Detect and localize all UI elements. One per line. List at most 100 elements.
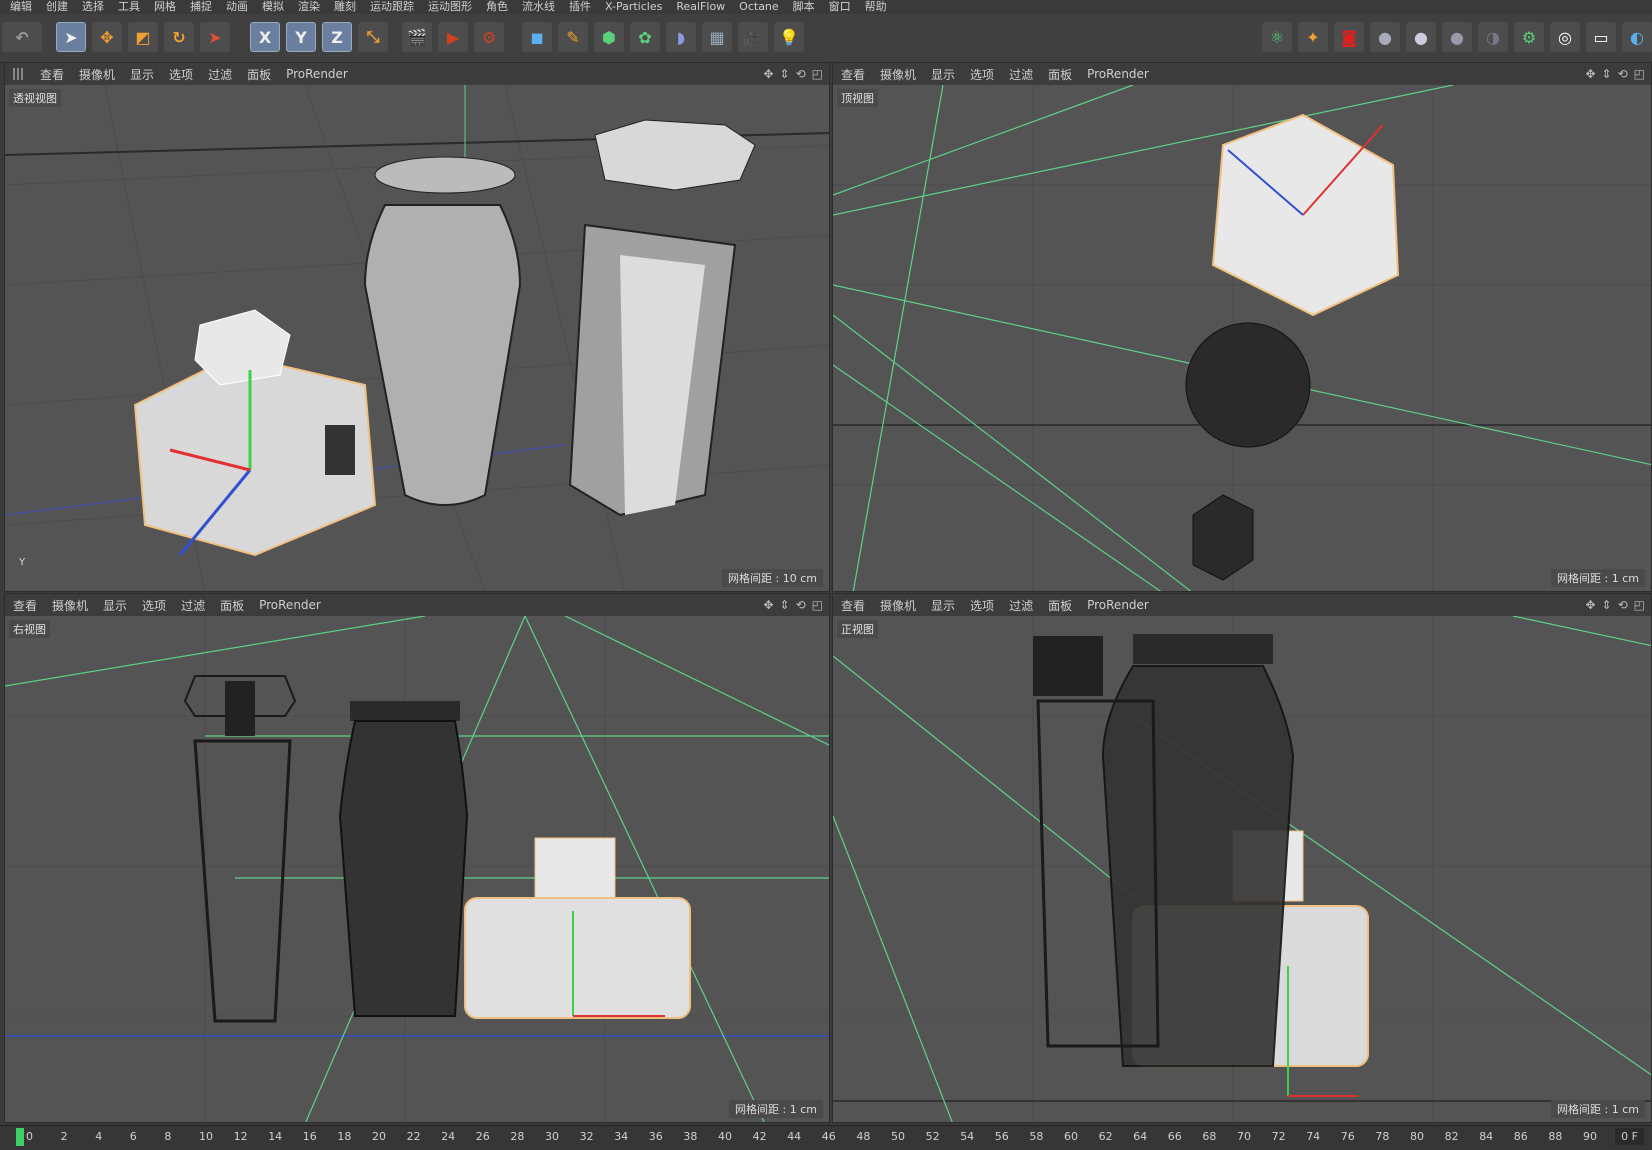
playhead[interactable] xyxy=(16,1128,24,1146)
pan-icon[interactable]: ✥ xyxy=(763,598,773,612)
menu-item[interactable]: 流水线 xyxy=(522,0,555,14)
round-perfume-bottle[interactable] xyxy=(363,156,522,506)
axis-y-lock-button[interactable]: Y xyxy=(286,22,316,52)
maximize-icon[interactable]: ◰ xyxy=(812,67,823,81)
viewport-perspective[interactable]: 查看 摄像机 显示 选项 过滤 面板 ProRender ✥ ⇕ ⟲ ◰ Y 透… xyxy=(4,62,830,592)
area-light-icon[interactable]: ▭ xyxy=(1586,22,1616,52)
render-view-icon[interactable]: 🎬 xyxy=(402,22,432,52)
menu-panel[interactable]: 面板 xyxy=(220,597,244,614)
menu-item[interactable]: 渲染 xyxy=(298,0,320,14)
live-selection-icon[interactable]: ➤ xyxy=(56,22,86,52)
maximize-icon[interactable]: ◰ xyxy=(1634,67,1645,81)
timeline[interactable]: 0 F 0 2 4 6 8 10 12 14 16 18 20 22 24 26 28 30 32 34 36 38 4… xyxy=(0,1125,1652,1150)
round-bottle-side[interactable] xyxy=(338,701,469,1017)
current-frame-field[interactable]: 0 F xyxy=(1615,1128,1644,1145)
orbit-icon[interactable]: ⟲ xyxy=(1618,67,1628,81)
deformer-icon[interactable]: ◗ xyxy=(666,22,696,52)
zoom-icon[interactable]: ⇕ xyxy=(1602,598,1612,612)
menu-display[interactable]: 显示 xyxy=(931,66,955,83)
menu-filter[interactable]: 过滤 xyxy=(1009,597,1033,614)
pen-icon[interactable]: ✎ xyxy=(558,22,588,52)
rotate-icon[interactable]: ↻ xyxy=(164,22,194,52)
viewport-front[interactable]: 查看 摄像机 显示 选项 过滤 面板 ProRender ✥ ⇕ ⟲ ◰ 正视图… xyxy=(832,593,1652,1123)
subdivision-icon[interactable]: ⬢ xyxy=(594,22,624,52)
menu-camera[interactable]: 摄像机 xyxy=(52,597,88,614)
target-icon[interactable]: ◎ xyxy=(1550,22,1580,52)
menu-display[interactable]: 显示 xyxy=(103,597,127,614)
mix-material-icon[interactable]: ◑ xyxy=(1478,22,1508,52)
round-bottle-top[interactable] xyxy=(1185,322,1311,448)
menu-item[interactable]: 角色 xyxy=(486,0,508,14)
menu-options[interactable]: 选项 xyxy=(169,66,193,83)
menu-item[interactable]: 工具 xyxy=(118,0,140,14)
menu-item[interactable]: 雕刻 xyxy=(334,0,356,14)
menu-item[interactable]: 捕捉 xyxy=(190,0,212,14)
menu-filter[interactable]: 过滤 xyxy=(1009,66,1033,83)
floor-icon[interactable]: ▦ xyxy=(702,22,732,52)
menu-item[interactable]: 运动跟踪 xyxy=(370,0,414,14)
zoom-icon[interactable]: ⇕ xyxy=(780,598,790,612)
menu-item[interactable]: 模拟 xyxy=(262,0,284,14)
menu-item[interactable]: 帮助 xyxy=(865,0,887,14)
xparticles-icon[interactable]: ✦ xyxy=(1298,22,1328,52)
menu-filter[interactable]: 过滤 xyxy=(208,66,232,83)
hexagonal-perfume-bottle[interactable] xyxy=(568,119,756,517)
light-icon[interactable]: 💡 xyxy=(774,22,804,52)
axis-z-lock-button[interactable]: Z xyxy=(322,22,352,52)
menu-item[interactable]: 插件 xyxy=(569,0,591,14)
camera-icon[interactable]: 🎥 xyxy=(738,22,768,52)
glossy-material-icon[interactable]: ● xyxy=(1406,22,1436,52)
menu-panel[interactable]: 面板 xyxy=(1048,597,1072,614)
menu-item[interactable]: 脚本 xyxy=(793,0,815,14)
menu-item[interactable]: 编辑 xyxy=(10,0,32,14)
menu-item[interactable]: X-Particles xyxy=(605,0,662,14)
menu-item[interactable]: 动画 xyxy=(226,0,248,14)
maximize-icon[interactable]: ◰ xyxy=(1634,598,1645,612)
menu-prorender[interactable]: ProRender xyxy=(1087,67,1149,81)
cube-icon[interactable]: ◼ xyxy=(522,22,552,52)
menu-prorender[interactable]: ProRender xyxy=(259,598,321,612)
orbit-icon[interactable]: ⟲ xyxy=(1618,598,1628,612)
settings-gear-icon[interactable]: ⚙ xyxy=(1514,22,1544,52)
menu-display[interactable]: 显示 xyxy=(130,66,154,83)
recent-tool-icon[interactable]: ➤ xyxy=(200,22,230,52)
square-perfume-bottle[interactable] xyxy=(133,309,377,557)
octane-camera-icon[interactable]: ◙ xyxy=(1334,22,1364,52)
menu-item[interactable]: 选择 xyxy=(82,0,104,14)
menu-item[interactable]: Octane xyxy=(739,0,779,14)
scale-icon[interactable]: ◩ xyxy=(128,22,158,52)
render-to-picture-viewer-icon[interactable]: ▶ xyxy=(438,22,468,52)
menu-item[interactable]: 运动图形 xyxy=(428,0,472,14)
octane-icon[interactable]: ⚛ xyxy=(1262,22,1292,52)
material-sphere-icon[interactable]: ● xyxy=(1370,22,1400,52)
viewport-top[interactable]: 查看 摄像机 显示 选项 过滤 面板 ProRender ✥ ⇕ ⟲ ◰ 顶视图 网格… xyxy=(832,62,1652,592)
axis-x-lock-button[interactable]: X xyxy=(250,22,280,52)
pan-icon[interactable]: ✥ xyxy=(1585,67,1595,81)
menu-item[interactable]: 创建 xyxy=(46,0,68,14)
cloner-icon[interactable]: ✿ xyxy=(630,22,660,52)
pan-icon[interactable]: ✥ xyxy=(763,67,773,81)
coordinate-system-icon[interactable]: ⤡ xyxy=(358,22,388,52)
menu-item[interactable]: 窗口 xyxy=(829,0,851,14)
menu-item[interactable]: RealFlow xyxy=(676,0,725,14)
menu-view[interactable]: 查看 xyxy=(841,66,865,83)
undo-redo-button[interactable]: ↶ xyxy=(2,22,42,52)
menu-camera[interactable]: 摄像机 xyxy=(79,66,115,83)
zoom-icon[interactable]: ⇕ xyxy=(1602,67,1612,81)
menu-options[interactable]: 选项 xyxy=(970,597,994,614)
render-settings-icon[interactable]: ⚙ xyxy=(474,22,504,52)
hex-bottle-top[interactable] xyxy=(1192,494,1254,581)
menu-view[interactable]: 查看 xyxy=(841,597,865,614)
menu-options[interactable]: 选项 xyxy=(970,66,994,83)
menu-prorender[interactable]: ProRender xyxy=(286,67,348,81)
menu-prorender[interactable]: ProRender xyxy=(1087,598,1149,612)
menu-panel[interactable]: 面板 xyxy=(1048,66,1072,83)
round-bottle-front[interactable] xyxy=(1101,634,1295,1067)
square-bottle-side[interactable] xyxy=(464,837,691,1019)
menu-options[interactable]: 选项 xyxy=(142,597,166,614)
orbit-icon[interactable]: ⟲ xyxy=(796,598,806,612)
menu-item[interactable]: 网格 xyxy=(154,0,176,14)
viewport-right[interactable]: 查看 摄像机 显示 选项 过滤 面板 ProRender ✥ ⇕ ⟲ ◰ 右视图… xyxy=(4,593,830,1123)
orbit-icon[interactable]: ⟲ xyxy=(796,67,806,81)
menu-camera[interactable]: 摄像机 xyxy=(880,597,916,614)
